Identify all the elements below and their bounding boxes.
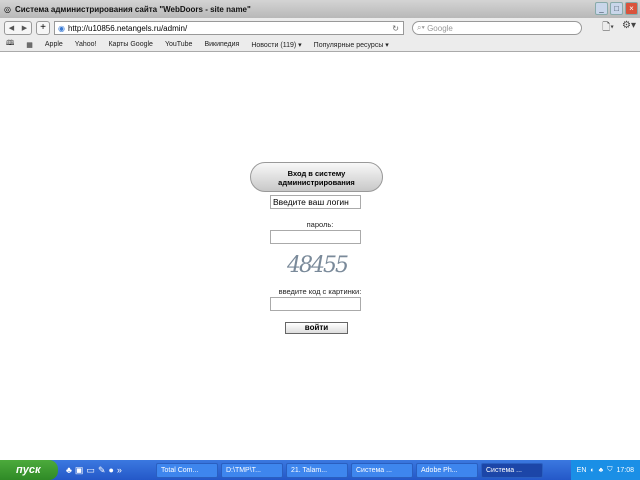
captcha-label: введите код с картинки:	[278, 287, 362, 296]
password-label: пароль:	[306, 220, 334, 229]
gear-icon[interactable]: ⚙▾	[622, 20, 636, 37]
close-button[interactable]: ×	[625, 2, 638, 15]
start-button[interactable]: пуск	[0, 460, 58, 480]
bookmark-youtube[interactable]: YouTube	[165, 41, 193, 48]
folder-icon[interactable]: ▭	[86, 465, 95, 476]
task-talam[interactable]: 21. Talam...	[286, 462, 348, 478]
login-input[interactable]: Введите ваш логин	[270, 195, 361, 209]
minimize-button[interactable]: _	[595, 2, 608, 15]
save-icon[interactable]: ▣	[75, 465, 84, 476]
tray-icon[interactable]: ◐	[590, 467, 594, 474]
bookmark-maps[interactable]: Карты Google	[108, 41, 152, 48]
bookmark-news[interactable]: Новости (119) ▾	[251, 41, 301, 49]
bookmarks-bar: 🕮 ▦ Apple Yahoo! Карты Google YouTube Ви…	[0, 38, 640, 52]
window-title: Система администрирования сайта "WebDoor…	[14, 4, 251, 14]
login-heading: Вход в систему администрирования	[250, 162, 383, 192]
quick-launch: ♣ ▣ ▭ ✎ ● »	[66, 465, 156, 476]
browser-icon: ◎	[4, 4, 11, 14]
task-sistema-firefox[interactable]: Система ...	[351, 462, 413, 478]
password-input[interactable]	[270, 230, 361, 244]
language-indicator[interactable]: EN	[577, 467, 587, 474]
search-input[interactable]: ⌕▾ Google	[412, 21, 582, 35]
task-tmp-folder[interactable]: D:\TMP\T...	[221, 462, 283, 478]
back-button[interactable]: ◀	[9, 24, 14, 32]
bookmark-wikipedia[interactable]: Википедия	[204, 41, 239, 48]
taskbar: пуск ♣ ▣ ▭ ✎ ●» Total Com... D:\TMP\T... 21.…	[0, 460, 640, 480]
task-adobe[interactable]: Adobe Ph...	[416, 462, 478, 478]
book-icon[interactable]: 🕮	[6, 39, 14, 50]
app-icon[interactable]: ✎	[98, 465, 106, 476]
address-bar[interactable]: ◉ http://u10856.netangels.ru/admin/ ↻	[54, 21, 404, 35]
firefox-icon[interactable]: ●	[108, 465, 113, 476]
maximize-button[interactable]: □	[610, 2, 623, 15]
shield-icon[interactable]: ⛉	[607, 466, 612, 474]
search-icon: ⌕▾	[417, 23, 428, 32]
captcha-image: 48455	[287, 253, 349, 278]
quicklaunch-icon[interactable]: ♣	[66, 465, 72, 476]
page-menu-icon[interactable]: 🗋▾	[602, 20, 614, 37]
bookmark-popular[interactable]: Популярные ресурсы ▾	[314, 41, 389, 49]
add-bookmark-button[interactable]: +	[36, 21, 50, 35]
search-placeholder: Google	[427, 23, 453, 33]
url-text[interactable]: http://u10856.netangels.ru/admin/	[68, 24, 187, 33]
bookmark-apple[interactable]: Apple	[45, 41, 63, 48]
reload-icon[interactable]: ↻	[392, 24, 399, 33]
title-bar: ◎ Система администрирования сайта "WebDo…	[0, 0, 640, 18]
toolbar: ◀ ▶ + ◉ http://u10856.netangels.ru/admin/ ↻…	[0, 18, 640, 38]
task-total-commander[interactable]: Total Com...	[156, 462, 218, 478]
forward-button[interactable]: ▶	[22, 24, 27, 32]
task-sistema-active[interactable]: Система ...	[481, 462, 543, 478]
more-icon[interactable]: »	[117, 465, 122, 476]
globe-icon: ◉	[58, 23, 65, 33]
clock: 17:08	[616, 466, 634, 474]
bookmark-yahoo[interactable]: Yahoo!	[75, 41, 97, 48]
submit-button[interactable]: войти	[285, 322, 348, 334]
system-tray: EN ◐ ♣ ⛉ 17:08	[570, 460, 640, 480]
tray-icon[interactable]: ♣	[599, 467, 604, 474]
grid-icon[interactable]: ▦	[26, 41, 33, 49]
captcha-input[interactable]	[270, 297, 361, 311]
